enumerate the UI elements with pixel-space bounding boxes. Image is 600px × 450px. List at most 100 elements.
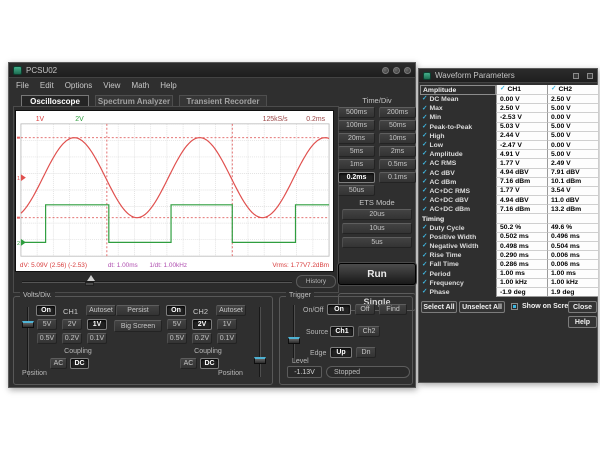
trigger-level-slider[interactable]: [288, 305, 300, 363]
param-checkbox-icon[interactable]: ✓: [422, 188, 427, 195]
show-on-screen-checkbox[interactable]: [511, 303, 518, 310]
timediv-0-5ms-button[interactable]: 0.5ms: [379, 159, 416, 170]
ch2-position-slider[interactable]: [254, 307, 266, 377]
params-help-button[interactable]: Help: [568, 316, 597, 328]
trigger-on-button[interactable]: On: [327, 304, 351, 315]
ets-20us-button[interactable]: 20us: [342, 209, 412, 220]
ch2-volts-1v-button[interactable]: 1V: [217, 319, 237, 330]
params-minimize-button[interactable]: [573, 73, 579, 79]
main-titlebar[interactable]: PCSU02: [9, 63, 415, 78]
unselect-all-button[interactable]: Unselect All: [459, 301, 505, 313]
timediv-50us-button[interactable]: 50us: [338, 185, 375, 196]
param-checkbox-icon[interactable]: ✓: [422, 197, 427, 204]
menu-item-edit[interactable]: Edit: [40, 81, 54, 90]
trigger-edge-up-button[interactable]: Up: [330, 347, 352, 358]
ch1-coupling-ac-button[interactable]: AC: [50, 358, 67, 369]
param-checkbox-icon[interactable]: ✓: [422, 179, 427, 186]
menu-item-math[interactable]: Math: [131, 81, 149, 90]
param-checkbox-icon[interactable]: ✓: [422, 96, 427, 103]
param-checkbox-icon[interactable]: ✓: [422, 133, 427, 140]
ch1-volts-0-1v-button[interactable]: 0.1V: [87, 333, 107, 344]
params-titlebar[interactable]: Waveform Parameters: [419, 69, 597, 83]
close-button[interactable]: [404, 67, 411, 74]
minimize-button[interactable]: [382, 67, 389, 74]
param-checkbox-icon[interactable]: ✓: [422, 207, 427, 214]
trigger-level-track[interactable]: [293, 305, 295, 363]
timediv-2ms-button[interactable]: 2ms: [379, 146, 416, 157]
trigger-edge-dn-button[interactable]: Dn: [356, 347, 376, 358]
history-button[interactable]: History: [296, 275, 336, 288]
trigger-source-ch1-button[interactable]: Ch1: [330, 326, 354, 337]
ch2-volts-5v-button[interactable]: 5V: [167, 319, 187, 330]
param-checkbox-icon[interactable]: ✓: [422, 243, 427, 250]
param-checkbox-icon[interactable]: ✓: [422, 262, 427, 269]
param-checkbox-icon[interactable]: ✓: [422, 225, 427, 232]
scrollbar-marker-icon[interactable]: [87, 275, 95, 281]
ch1-position-track[interactable]: [27, 307, 29, 377]
channel-checkbox-icon[interactable]: ✓: [500, 86, 505, 93]
menu-item-view[interactable]: View: [103, 81, 120, 90]
timediv-50ms-button[interactable]: 50ms: [379, 120, 416, 131]
timediv-0-2ms-button[interactable]: 0.2ms: [338, 172, 375, 183]
ch2-volts-0-1v-button[interactable]: 0.1V: [217, 333, 237, 344]
param-checkbox-icon[interactable]: ✓: [422, 271, 427, 278]
scrollbar-track[interactable]: [22, 281, 292, 283]
ch2-position-handle[interactable]: [254, 357, 266, 364]
param-checkbox-icon[interactable]: ✓: [422, 289, 427, 296]
select-all-button[interactable]: Select All: [421, 301, 457, 313]
param-checkbox-icon[interactable]: ✓: [422, 280, 427, 287]
timediv-5ms-button[interactable]: 5ms: [338, 146, 375, 157]
scrollbar-grip[interactable]: [85, 282, 94, 286]
param-checkbox-icon[interactable]: ✓: [422, 161, 427, 168]
ch2-volts-2v-button[interactable]: 2V: [192, 319, 212, 330]
ch2-volts-0-2v-button[interactable]: 0.2V: [192, 333, 212, 344]
ch2-coupling-dc-button[interactable]: DC: [200, 358, 219, 369]
timediv-200ms-button[interactable]: 200ms: [379, 107, 416, 118]
trigger-find-button[interactable]: Find: [379, 304, 407, 315]
ch1-volts-0-5v-button[interactable]: 0.5V: [37, 333, 57, 344]
timediv-10ms-button[interactable]: 10ms: [379, 133, 416, 144]
run-button[interactable]: Run: [338, 263, 416, 285]
menu-item-file[interactable]: File: [16, 81, 29, 90]
ch1-position-handle[interactable]: [22, 321, 34, 328]
ets-5us-button[interactable]: 5us: [342, 237, 412, 248]
ch1-position-slider[interactable]: [22, 307, 34, 377]
param-checkbox-icon[interactable]: ✓: [422, 142, 427, 149]
ch1-volts-0-2v-button[interactable]: 0.2V: [62, 333, 82, 344]
ch2-volts-0-5v-button[interactable]: 0.5V: [167, 333, 187, 344]
ch2-autoset-button[interactable]: Autoset: [216, 305, 246, 316]
param-checkbox-icon[interactable]: ✓: [422, 234, 427, 241]
param-checkbox-icon[interactable]: ✓: [422, 124, 427, 131]
menu-item-help[interactable]: Help: [160, 81, 176, 90]
ch2-coupling-ac-button[interactable]: AC: [180, 358, 197, 369]
ch2-on-button[interactable]: On: [166, 305, 186, 316]
menu-item-options[interactable]: Options: [65, 81, 93, 90]
ets-10us-button[interactable]: 10us: [342, 223, 412, 234]
timediv-1ms-button[interactable]: 1ms: [338, 159, 375, 170]
timediv-20ms-button[interactable]: 20ms: [338, 133, 375, 144]
params-close-button-bottom[interactable]: Close: [568, 301, 597, 313]
persist-button[interactable]: Persist: [116, 305, 160, 316]
param-checkbox-icon[interactable]: ✓: [422, 253, 427, 260]
ch1-volts-2v-button[interactable]: 2V: [62, 319, 82, 330]
param-checkbox-icon[interactable]: ✓: [422, 106, 427, 113]
timediv-100ms-button[interactable]: 100ms: [338, 120, 375, 131]
params-close-button[interactable]: [587, 73, 593, 79]
param-checkbox-icon[interactable]: ✓: [422, 115, 427, 122]
ch2-position-track[interactable]: [259, 307, 261, 377]
timediv-500ms-button[interactable]: 500ms: [338, 107, 375, 118]
big-screen-button[interactable]: Big Screen: [114, 320, 162, 332]
maximize-button[interactable]: [393, 67, 400, 74]
trigger-source-ch2-button[interactable]: Ch2: [358, 326, 380, 337]
column-header-ch2[interactable]: ✓CH2: [547, 85, 598, 95]
ch1-coupling-dc-button[interactable]: DC: [70, 358, 89, 369]
param-checkbox-icon[interactable]: ✓: [422, 151, 427, 158]
trigger-level-handle[interactable]: [288, 337, 300, 344]
ch1-volts-5v-button[interactable]: 5V: [37, 319, 57, 330]
ch1-volts-1v-button[interactable]: 1V: [87, 319, 107, 330]
channel-checkbox-icon[interactable]: ✓: [551, 86, 556, 93]
ch1-on-button[interactable]: On: [36, 305, 56, 316]
trigger-off-button[interactable]: Off: [355, 304, 375, 315]
horizontal-position-scrollbar[interactable]: [20, 275, 294, 288]
param-checkbox-icon[interactable]: ✓: [422, 170, 427, 177]
